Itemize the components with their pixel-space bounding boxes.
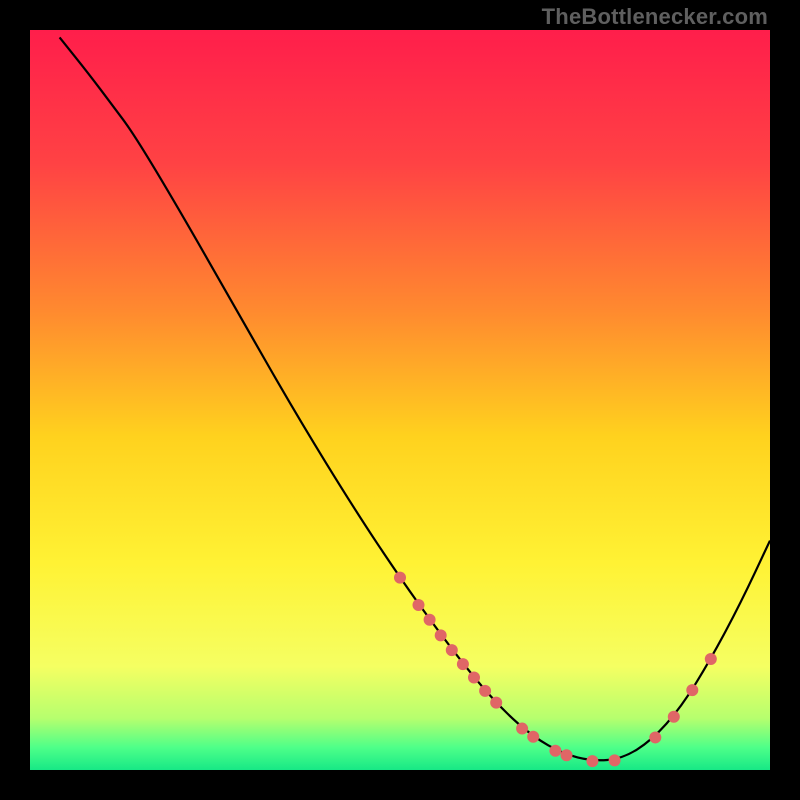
data-marker: [527, 731, 539, 743]
data-marker: [516, 723, 528, 735]
data-marker: [479, 685, 491, 697]
chart-background: [30, 30, 770, 770]
data-marker: [457, 658, 469, 670]
data-marker: [424, 614, 436, 626]
bottleneck-chart: [30, 30, 770, 770]
data-marker: [394, 572, 406, 584]
data-marker: [561, 749, 573, 761]
data-marker: [446, 644, 458, 656]
watermark-text: TheBottlenecker.com: [542, 4, 768, 30]
data-marker: [435, 629, 447, 641]
chart-frame: [30, 30, 770, 770]
data-marker: [413, 599, 425, 611]
data-marker: [609, 754, 621, 766]
data-marker: [549, 745, 561, 757]
data-marker: [649, 731, 661, 743]
data-marker: [668, 711, 680, 723]
data-marker: [686, 684, 698, 696]
data-marker: [490, 697, 502, 709]
data-marker: [705, 653, 717, 665]
data-marker: [586, 755, 598, 767]
data-marker: [468, 672, 480, 684]
